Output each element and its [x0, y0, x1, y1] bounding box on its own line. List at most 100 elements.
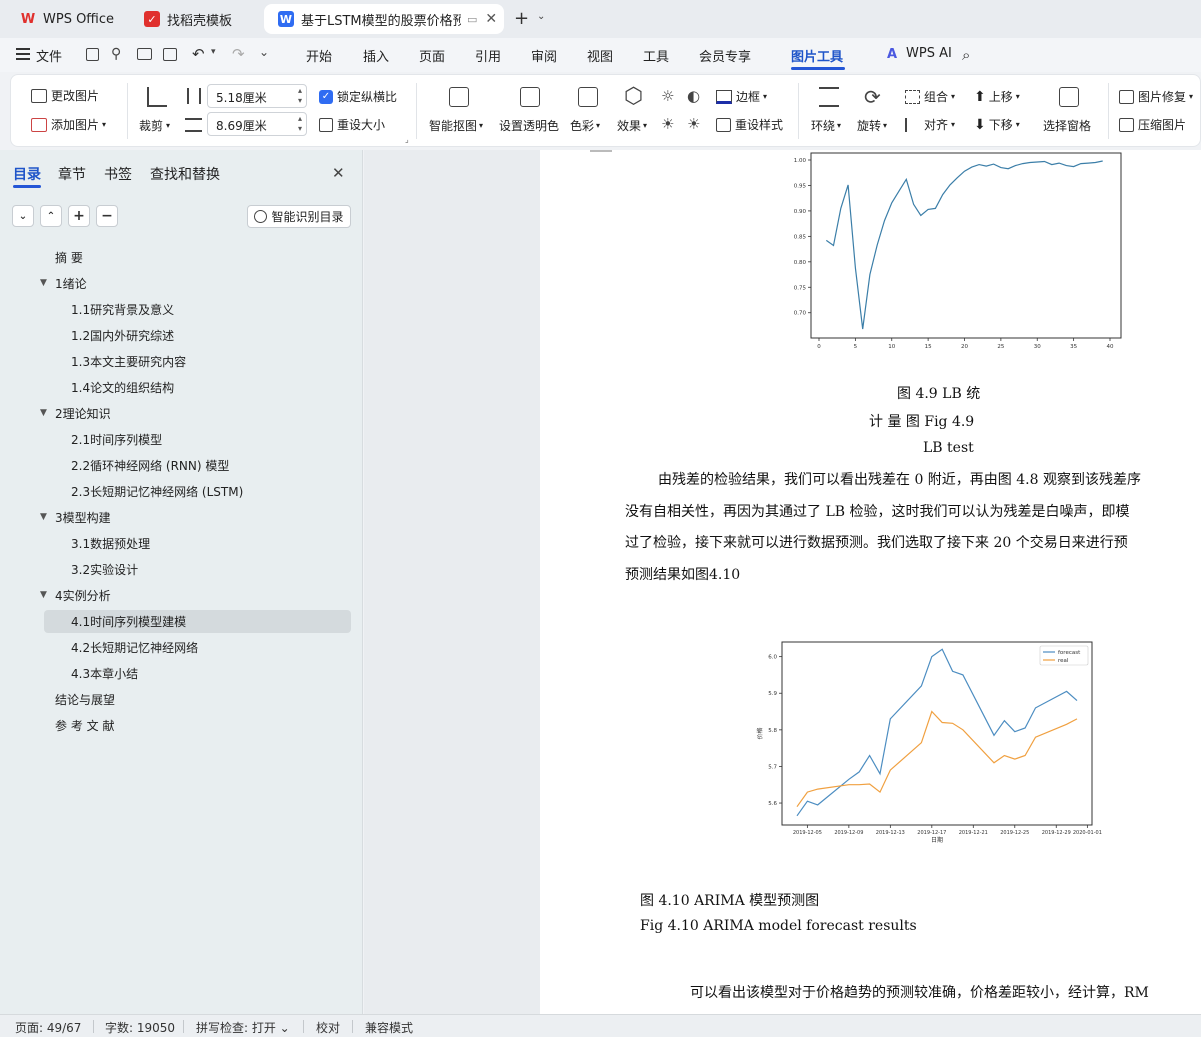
add-heading-button[interactable]: + — [68, 205, 90, 227]
spinner-icon[interactable]: ▴ ▾ — [298, 86, 302, 106]
new-tab-icon[interactable]: + — [514, 8, 529, 29]
toc-item[interactable]: 1.1研究背景及意义 — [71, 301, 174, 318]
menu-view[interactable]: 视图 — [587, 46, 613, 65]
nav-tab-find-replace[interactable]: 查找和替换 — [150, 164, 220, 184]
toc-item[interactable]: 1.3本文主要研究内容 — [71, 353, 186, 370]
more-chevron-icon[interactable]: ⌄ — [259, 45, 269, 59]
move-up-button[interactable]: ⬆ 上移 ▾ — [974, 88, 1020, 105]
spell-check[interactable]: 拼写检查: 打开 ⌄ — [196, 1019, 290, 1036]
effects-button[interactable]: 效果 ▾ — [617, 117, 647, 134]
tab-wps-office[interactable]: W WPS Office — [6, 4, 124, 34]
close-tab-icon[interactable]: ✕ — [485, 11, 497, 27]
toc-item[interactable]: 3.1数据预处理 — [71, 535, 150, 552]
reset-style-button[interactable]: 重设样式 — [716, 116, 783, 133]
rotate-icon[interactable]: ⟳ — [864, 86, 881, 108]
menu-member[interactable]: 会员专享 — [699, 46, 751, 65]
toc-item[interactable]: 2.1时间序列模型 — [71, 431, 162, 448]
menu-file[interactable]: 文件 — [36, 46, 62, 65]
nav-tab-toc[interactable]: 目录 — [13, 164, 41, 184]
add-image-button[interactable]: 添加图片 ▾ — [31, 116, 106, 133]
crop-button[interactable]: 裁剪 ▾ — [139, 117, 170, 134]
effects-icon[interactable]: ⬡ — [624, 86, 643, 108]
compress-image-button[interactable]: 压缩图片 — [1119, 116, 1186, 133]
selection-pane-button[interactable]: 选择窗格 — [1043, 117, 1091, 134]
menu-page[interactable]: 页面 — [419, 46, 445, 65]
menu-review[interactable]: 审阅 — [531, 46, 557, 65]
tab-daoke[interactable]: ✓ 找稻壳模板 — [130, 4, 258, 34]
contrast-decrease-icon[interactable]: ☀ — [687, 115, 700, 133]
expand-arrow-icon[interactable]: ▼ — [40, 512, 47, 522]
share-icon[interactable]: ⚲ — [111, 46, 121, 62]
menu-wps-ai[interactable]: WPS AI — [906, 46, 952, 61]
menu-picture-tools[interactable]: 图片工具 — [791, 46, 843, 65]
toc-item[interactable]: 2.3长短期记忆神经网络 (LSTM) — [71, 483, 243, 500]
crop-icon[interactable] — [147, 87, 167, 107]
undo-icon[interactable]: ↶ — [192, 45, 205, 63]
hamburger-icon[interactable] — [16, 48, 30, 60]
toc-item[interactable]: 1绪论 — [55, 275, 87, 292]
chevron-down-icon[interactable]: ⌄ — [537, 11, 545, 22]
color-button[interactable]: 色彩 ▾ — [570, 117, 600, 134]
align-button[interactable]: 对齐 ▾ — [905, 116, 955, 133]
word-count[interactable]: 字数: 19050 — [105, 1019, 175, 1036]
save-icon[interactable] — [86, 48, 99, 61]
toc-item[interactable]: 3模型构建 — [55, 509, 111, 526]
menu-start[interactable]: 开始 — [306, 46, 332, 65]
spinner-icon[interactable]: ▴ ▾ — [298, 114, 302, 134]
toc-item[interactable]: 2.2循环神经网络 (RNN) 模型 — [71, 457, 229, 474]
group-button[interactable]: 组合 ▾ — [905, 88, 955, 105]
expand-arrow-icon[interactable]: ▼ — [40, 278, 47, 288]
menu-tools[interactable]: 工具 — [643, 46, 669, 65]
collapse-down-button[interactable]: ⌄ — [12, 205, 34, 227]
brightness-increase-icon[interactable]: ☼ — [661, 87, 674, 105]
rotate-button[interactable]: 旋转 ▾ — [857, 117, 887, 134]
transparent-color-icon[interactable] — [520, 87, 540, 107]
tab-document[interactable]: W 基于LSTM模型的股票价格预测 ▭ ✕ — [264, 4, 504, 34]
toc-item[interactable]: 2理论知识 — [55, 405, 111, 422]
search-icon[interactable]: ⌕ — [962, 46, 970, 64]
undo-dropdown-icon[interactable]: ▾ — [211, 47, 216, 57]
toc-item[interactable]: 1.2国内外研究综述 — [71, 327, 174, 344]
move-down-button[interactable]: ⬇ 下移 ▾ — [974, 116, 1020, 133]
contrast-icon[interactable]: ◐ — [687, 87, 700, 105]
proofread[interactable]: 校对 — [316, 1019, 340, 1036]
expand-arrow-icon[interactable]: ▼ — [40, 408, 47, 418]
color-icon[interactable] — [578, 87, 598, 107]
print-preview-icon[interactable] — [163, 48, 177, 61]
menu-insert[interactable]: 插入 — [363, 46, 389, 65]
toc-item[interactable]: 4.1时间序列模型建模 — [71, 613, 186, 630]
lock-ratio-checkbox[interactable]: ✓ 锁定纵横比 — [319, 88, 397, 105]
toc-item[interactable]: 1.4论文的组织结构 — [71, 379, 174, 396]
menu-reference[interactable]: 引用 — [475, 46, 501, 65]
height-field[interactable]: 8.69厘米 ▴ ▾ — [207, 112, 307, 136]
toc-item[interactable]: 4.2长短期记忆神经网络 — [71, 639, 198, 656]
toc-item[interactable]: 结论与展望 — [55, 691, 115, 708]
toc-item[interactable]: 4实例分析 — [55, 587, 111, 604]
close-icon[interactable]: ✕ — [332, 164, 345, 182]
toc-item[interactable]: 3.2实验设计 — [71, 561, 138, 578]
expand-dialog-icon[interactable]: ⌟ — [405, 135, 409, 144]
monitor-icon[interactable]: ▭ — [467, 13, 477, 26]
collapse-up-button[interactable]: ⌃ — [40, 205, 62, 227]
set-transparent-button[interactable]: 设置透明色 — [499, 117, 559, 134]
width-field[interactable]: 5.18厘米 ▴ ▾ — [207, 84, 307, 108]
print-icon[interactable] — [137, 48, 152, 60]
image-repair-button[interactable]: 图片修复 ▾ — [1119, 88, 1193, 105]
toc-item[interactable]: 4.3本章小结 — [71, 665, 138, 682]
toc-item[interactable]: 摘 要 — [55, 249, 83, 266]
redo-icon[interactable]: ↷ — [232, 45, 245, 63]
smart-cutout-icon[interactable] — [449, 87, 469, 107]
wrap-button[interactable]: 环绕 ▾ — [811, 117, 841, 134]
change-image-button[interactable]: 更改图片 — [31, 87, 99, 104]
brightness-decrease-icon[interactable]: ☀ — [661, 115, 674, 133]
smart-toc-button[interactable]: 智能识别目录 — [247, 205, 351, 228]
smart-cutout-button[interactable]: 智能抠图 ▾ — [429, 117, 483, 134]
toc-item[interactable]: 参 考 文 献 — [55, 717, 114, 734]
page-count[interactable]: 页面: 49/67 — [15, 1019, 81, 1036]
wrap-icon[interactable] — [819, 87, 839, 107]
selection-pane-icon[interactable] — [1059, 87, 1079, 107]
nav-tab-bookmarks[interactable]: 书签 — [104, 164, 132, 184]
remove-heading-button[interactable]: − — [96, 205, 118, 227]
expand-arrow-icon[interactable]: ▼ — [40, 590, 47, 600]
border-button[interactable]: 边框 ▾ — [716, 88, 767, 105]
